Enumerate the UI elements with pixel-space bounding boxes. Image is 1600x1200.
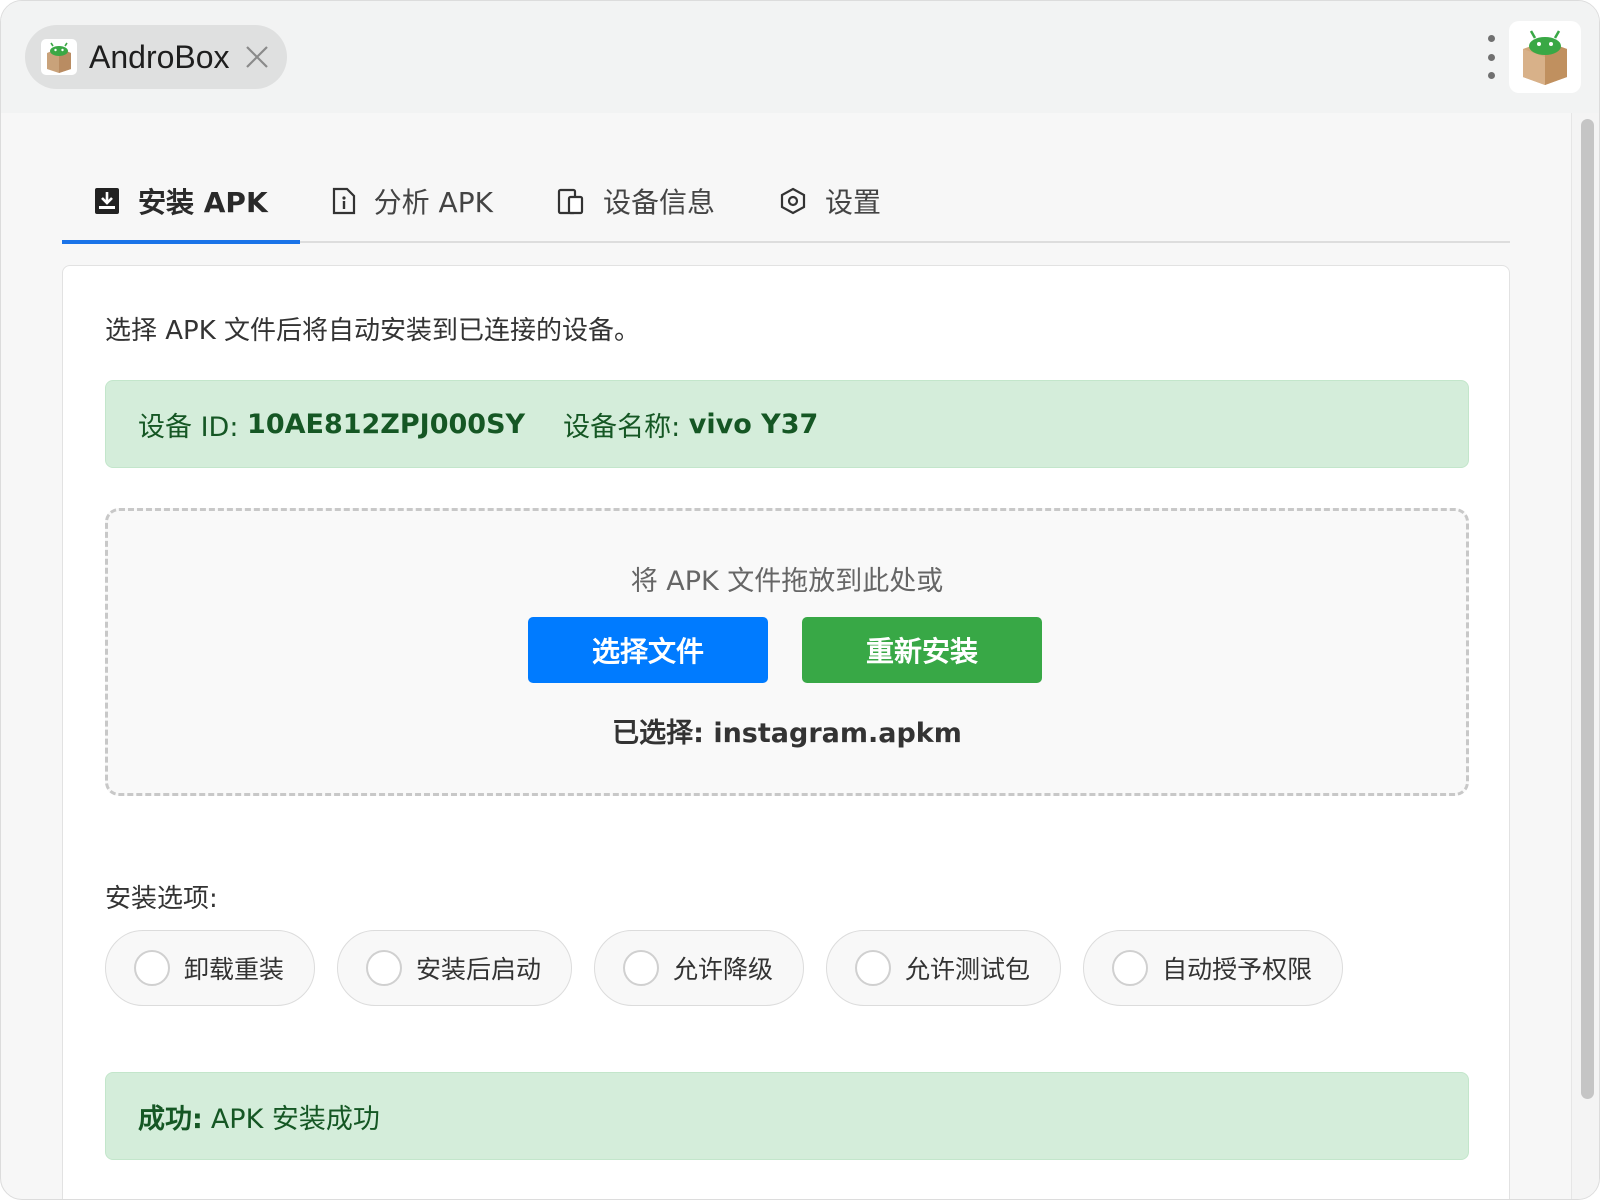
option-uninstall-reinstall[interactable]: 卸载重装: [105, 930, 316, 1006]
option-radio[interactable]: [855, 950, 892, 986]
androbox-box-icon: [1523, 30, 1567, 85]
dropzone-text: 将 APK 文件拖放到此处或: [630, 566, 944, 597]
intro-text: 选择 APK 文件后将自动安装到已连接的设备。: [105, 316, 641, 346]
option-radio[interactable]: [366, 950, 403, 986]
status-label: 成功:: [138, 1103, 203, 1135]
tab-device-info[interactable]: 设备信息: [525, 161, 747, 241]
status-success-banner: 成功: APK 安装成功: [105, 1072, 1469, 1160]
app-tab-title: AndroBox: [89, 38, 230, 75]
androbox-logo-icon: [41, 39, 77, 75]
scrollbar[interactable]: [1571, 113, 1599, 1199]
tab-settings[interactable]: 设置: [747, 161, 913, 241]
option-label: 安装后启动: [416, 955, 542, 984]
settings-hex-icon: [780, 187, 806, 215]
tab-label: 设置: [824, 186, 881, 219]
more-menu-icon[interactable]: [1483, 35, 1499, 79]
install-options-label: 安装选项:: [105, 884, 218, 914]
close-icon[interactable]: [243, 43, 271, 71]
tab-label: 安装 APK: [138, 186, 268, 219]
title-bar: AndroBox: [1, 1, 1599, 113]
status-message: APK 安装成功: [210, 1103, 380, 1135]
option-label: 自动授予权限: [1162, 955, 1313, 984]
tab-label: 设备信息: [602, 186, 715, 219]
option-auto-grant-permissions[interactable]: 自动授予权限: [1083, 930, 1344, 1006]
install-options: 卸载重装 安装后启动 允许降级 允许测试包 自动授予权限: [105, 930, 1344, 1006]
option-label: 允许测试包: [905, 955, 1031, 984]
selected-file-label: 已选择:: [612, 718, 704, 749]
tab-bar: 安装 APK 分析 APK 设备信息 设置: [62, 161, 1510, 244]
device-id-value: 10AE812ZPJ000SY: [247, 408, 526, 440]
selected-file-text: 已选择: instagram.apkm: [108, 711, 1466, 750]
device-id-label: 设备 ID:: [138, 411, 239, 443]
install-panel: 选择 APK 文件后将自动安装到已连接的设备。 设备 ID: 10AE812ZP…: [62, 265, 1510, 1199]
reinstall-button[interactable]: 重新安装: [802, 617, 1042, 683]
apk-dropzone[interactable]: 将 APK 文件拖放到此处或 选择文件 重新安装 已选择: instagram.…: [105, 508, 1469, 796]
tab-install-apk[interactable]: 安装 APK: [62, 161, 300, 244]
option-radio[interactable]: [134, 950, 170, 986]
option-allow-downgrade[interactable]: 允许降级: [594, 930, 805, 1006]
extension-logo[interactable]: [1509, 21, 1581, 93]
device-name-label: 设备名称:: [563, 411, 681, 443]
device-name-value: vivo Y37: [688, 408, 819, 440]
selected-file-name: instagram.apkm: [713, 718, 962, 749]
scrollbar-thumb[interactable]: [1581, 119, 1594, 1099]
devices-icon: [557, 188, 584, 215]
app-tab[interactable]: AndroBox: [25, 25, 287, 89]
option-allow-test-package[interactable]: 允许测试包: [826, 930, 1062, 1006]
choose-file-button[interactable]: 选择文件: [528, 617, 768, 683]
tab-label: 分析 APK: [373, 186, 493, 219]
option-radio[interactable]: [623, 950, 660, 986]
install-icon: [95, 188, 119, 214]
app-window: AndroBox 安装 APK 分析 APK 设备信息 设置 选择 APK 文件…: [0, 0, 1600, 1200]
device-info-banner: 设备 ID: 10AE812ZPJ000SY 设备名称: vivo Y37: [105, 380, 1469, 468]
tab-analyze-apk[interactable]: 分析 APK: [300, 161, 525, 241]
option-label: 卸载重装: [184, 955, 285, 984]
option-radio[interactable]: [1112, 950, 1149, 986]
option-label: 允许降级: [673, 955, 774, 984]
option-launch-after-install[interactable]: 安装后启动: [337, 930, 573, 1006]
info-file-icon: [332, 187, 355, 215]
